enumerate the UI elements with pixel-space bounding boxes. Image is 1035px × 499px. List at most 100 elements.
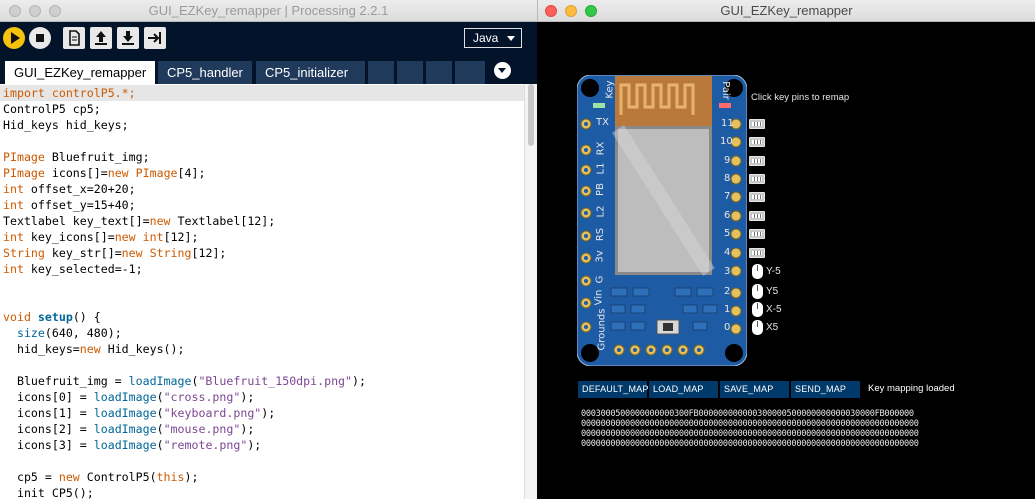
export-button[interactable] [144, 27, 166, 49]
mouse-icon[interactable] [752, 302, 763, 317]
new-icon [69, 30, 80, 46]
run-button[interactable] [3, 27, 25, 49]
pin-label-rs: RS [595, 227, 607, 242]
pin-label-l1: L1 [595, 162, 607, 175]
scrollbar-thumb[interactable] [528, 84, 534, 146]
mouse-mapping-label: X-5 [766, 304, 782, 315]
keyboard-icon[interactable] [749, 192, 765, 202]
pin-9-label[interactable]: 9 [724, 155, 730, 166]
ide-title-bar: GUI_EZKey_remapper | Processing 2.2.1 [0, 0, 537, 22]
stop-button[interactable] [29, 27, 51, 49]
editor-scrollbar[interactable] [524, 84, 537, 499]
mapping-line: 0000000000000000000000000000000000000000… [581, 439, 919, 449]
pin-2-label[interactable]: 2 [724, 286, 730, 297]
sketch-window: GUI_EZKey_remapper TX RX L1 PB L2 RS 3v … [537, 0, 1035, 499]
pin-3-label[interactable]: 3 [724, 266, 730, 277]
load-map-button[interactable]: LOAD_MAP [649, 381, 718, 398]
pin-label-tx: TX [596, 117, 609, 128]
code-line: icons[3] = loadImage("remote.png"); [3, 438, 262, 452]
pin-6-label[interactable]: 6 [724, 210, 730, 221]
code-line: Textlabel key_text[]=new Textlabel[12]; [3, 214, 276, 228]
mouse-mapping-label: Y5 [766, 286, 779, 297]
tab-cp5-handler[interactable]: CP5_handler [158, 61, 252, 84]
pin-label-g: G [594, 275, 606, 284]
keyboard-icon[interactable] [749, 119, 765, 129]
code-line: Hid_keys hid_keys; [3, 118, 129, 132]
tab-gui-ezkey-remapper[interactable]: GUI_EZKey_remapper [5, 61, 155, 84]
pin-7-label[interactable]: 7 [724, 191, 730, 202]
send-map-button[interactable]: SEND_MAP [791, 381, 860, 398]
tab-cp5-initializer[interactable]: CP5_initializer [256, 61, 365, 84]
mode-label: Java [473, 31, 499, 45]
mouse-mapping-label: X5 [766, 322, 779, 333]
ide-toolbar: Java [0, 22, 537, 58]
mapping-line: 0000000000000000000000000000000000000000… [581, 429, 919, 439]
status-message: Key mapping loaded [868, 383, 955, 394]
keyboard-icon[interactable] [749, 137, 765, 147]
open-sketch-button[interactable] [90, 27, 112, 49]
mouse-icon[interactable] [752, 320, 763, 335]
code-line: icons[0] = loadImage("cross.png"); [3, 390, 255, 404]
pin-11-label[interactable]: 11 [721, 118, 734, 129]
code-line: Bluefruit_img = loadImage("Bluefruit_150… [3, 374, 366, 388]
pin-label-pb: PB [594, 183, 606, 196]
keyboard-icon[interactable] [749, 174, 765, 184]
pin-label-3v: 3v [594, 250, 606, 263]
key-label: Key [604, 80, 616, 99]
code-line: size(640, 480); [16, 326, 122, 340]
open-icon [95, 31, 107, 45]
pair-label: Pair [719, 81, 731, 100]
export-icon [148, 32, 161, 44]
keyboard-icon[interactable] [749, 248, 765, 258]
new-sketch-button[interactable] [63, 27, 85, 49]
pin-label-vin: Vin [593, 289, 605, 306]
ide-window-title: GUI_EZKey_remapper | Processing 2.2.1 [148, 3, 389, 18]
code-line: void setup() { [3, 310, 101, 324]
pin-10-label[interactable]: 10 [720, 136, 733, 147]
pin-4-label[interactable]: 4 [724, 247, 730, 258]
code-editor[interactable]: import controlP5.*; ControlP5 cp5; Hid_k… [0, 84, 524, 499]
code-line: init_CP5(); [3, 486, 94, 499]
remap-hint: Click key pins to remap [751, 92, 850, 103]
pin-label-l2: L2 [595, 205, 607, 218]
code-line: int offset_y=15+40; [3, 198, 136, 212]
pin-0-label[interactable]: 0 [724, 322, 730, 333]
save-icon [122, 31, 134, 45]
pin-label-rx: RX [595, 141, 607, 156]
ide-tab-bar: GUI_EZKey_remapper CP5_handler CP5_initi… [0, 58, 537, 84]
mapping-line: 0000000000000000000000000000000000000000… [581, 419, 919, 429]
default-map-button[interactable]: DEFAULT_MAP [578, 381, 648, 398]
tab-menu-button[interactable] [494, 62, 511, 79]
sketch-canvas: TX RX L1 PB L2 RS 3v G Vin Grounds Key P… [537, 22, 1035, 499]
save-sketch-button[interactable] [117, 27, 139, 49]
code-line: PImage icons[]=new PImage[4]; [3, 166, 206, 180]
pin-label-grounds: Grounds [596, 308, 608, 351]
keyboard-icon[interactable] [749, 229, 765, 239]
keyboard-icon[interactable] [749, 156, 765, 166]
code-line: int key_selected=-1; [3, 262, 143, 276]
pin-5-label[interactable]: 5 [724, 228, 730, 239]
code-line: int offset_x=20+20; [3, 182, 136, 196]
tab-placeholder [455, 61, 485, 84]
pin-1-label[interactable]: 1 [724, 304, 730, 315]
mouse-mapping-label: Y-5 [766, 266, 781, 277]
sketch-window-title: GUI_EZKey_remapper [720, 3, 853, 18]
code-line: int key_icons[]=new int[12]; [3, 230, 199, 244]
chevron-down-icon [507, 36, 515, 41]
tab-placeholder [368, 61, 394, 84]
save-map-button[interactable]: SAVE_MAP [720, 381, 789, 398]
pin-8-label[interactable]: 8 [724, 173, 730, 184]
code-line: icons[1] = loadImage("keyboard.png"); [3, 406, 276, 420]
code-line: icons[2] = loadImage("mouse.png"); [3, 422, 255, 436]
code-line: import controlP5.*; [0, 85, 524, 101]
code-line: hid_keys=new Hid_keys(); [3, 342, 185, 356]
tab-placeholder [426, 61, 452, 84]
tab-placeholder [397, 61, 423, 84]
mouse-icon[interactable] [752, 284, 763, 299]
keyboard-icon[interactable] [749, 211, 765, 221]
mode-selector[interactable]: Java [464, 28, 522, 48]
mouse-icon[interactable] [752, 264, 763, 279]
processing-ide-window: GUI_EZKey_remapper | Processing 2.2.1 Ja… [0, 0, 537, 499]
code-line: cp5 = new ControlP5(this); [3, 470, 199, 484]
code-line: PImage Bluefruit_img; [3, 150, 150, 164]
